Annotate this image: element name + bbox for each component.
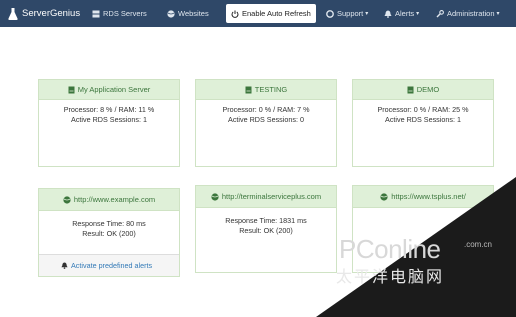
panel-body: Response Time: 1831 ms Result: OK (200) [196,208,336,236]
nav-rds-servers[interactable]: RDS Servers [92,0,147,27]
server-sessions: Active RDS Sessions: 0 [228,115,304,124]
server-icon [407,86,414,93]
activate-alerts-label: Activate predefined alerts [71,261,153,270]
chevron-down-icon: ▾ [496,11,500,17]
server-panel: DEMO Processor: 0 % / RAM: 25 % Active R… [352,79,494,167]
server-sessions: Active RDS Sessions: 1 [71,115,147,124]
server-icon [68,86,75,93]
server-name: My Application Server [77,85,151,94]
top-navbar: ServerGenius RDS Servers Websites Enable… [0,0,516,27]
nav-rds-servers-label: RDS Servers [103,9,147,18]
response-time: Response Time: 1831 ms [225,216,307,225]
nav-administration-label: Administration [447,9,495,18]
website-url: https://www.tsplus.net/ [391,192,466,201]
panel-heading[interactable]: DEMO [353,80,493,100]
server-stats: Processor: 8 % / RAM: 11 % [63,105,155,114]
chevron-down-icon: ▾ [416,11,420,17]
nav-alerts-dropdown[interactable]: Alerts ▾ [384,0,419,27]
power-icon [231,10,239,18]
globe-icon [380,192,388,201]
bell-icon [384,10,392,18]
panel-heading[interactable]: TESTING [196,80,336,100]
activate-alerts-link[interactable]: Activate predefined alerts [39,254,179,276]
wrench-icon [436,9,444,17]
website-url: http://www.example.com [73,195,156,204]
enable-auto-refresh-label: Enable Auto Refresh [242,9,311,18]
panel-heading[interactable]: http://terminalserviceplus.com [196,186,336,208]
nav-alerts-label: Alerts [395,9,415,18]
server-icon [92,10,100,17]
server-icon [245,86,252,93]
globe-icon [63,195,71,204]
panel-heading[interactable]: https://www.tsplus.net/ [353,186,493,208]
brand[interactable]: ServerGenius [8,7,88,20]
response-result: Result: OK (200) [239,226,293,235]
support-icon [326,9,334,18]
response-time: Response Time: 80 ms [72,219,146,228]
chevron-down-icon: ▾ [365,11,369,17]
server-sessions: Active RDS Sessions: 1 [385,115,461,124]
flask-icon [8,7,18,20]
server-stats: Processor: 0 % / RAM: 25 % [377,105,469,114]
website-panel: http://www.example.com Response Time: 80… [38,188,180,277]
panel-heading[interactable]: My Application Server [39,80,179,100]
panel-body: Processor: 0 % / RAM: 25 % Active RDS Se… [353,100,493,125]
panel-body: Processor: 0 % / RAM: 7 % Active RDS Ses… [196,100,336,125]
nav-administration-dropdown[interactable]: Administration ▾ [436,0,500,27]
website-panel: http://terminalserviceplus.com Response … [195,185,337,273]
globe-icon [167,9,175,18]
bell-icon [61,262,68,269]
server-panel: TESTING Processor: 0 % / RAM: 7 % Active… [195,79,337,167]
nav-websites-label: Websites [178,9,209,18]
server-stats: Processor: 0 % / RAM: 7 % [222,105,310,114]
brand-name: ServerGenius [22,8,81,19]
panel-body: Response Time: 80 ms Result: OK (200) [39,211,179,239]
watermark-suffix: .com.cn [464,240,493,249]
nav-support-label: Support [337,9,364,18]
globe-icon [211,192,219,201]
nav-support-dropdown[interactable]: Support ▾ [326,0,368,27]
nav-websites[interactable]: Websites [167,0,209,27]
server-name: TESTING [254,85,288,94]
panel-body: Processor: 8 % / RAM: 11 % Active RDS Se… [39,100,179,125]
website-url: http://terminalserviceplus.com [221,192,322,201]
enable-auto-refresh-button[interactable]: Enable Auto Refresh [226,4,316,23]
response-result: Result: OK (200) [82,229,136,238]
server-name: DEMO [416,85,440,94]
watermark-logo: PConline [339,234,441,264]
server-panel: My Application Server Processor: 8 % / R… [38,79,180,167]
watermark-chinese: 太平洋电脑网 [336,269,445,286]
panel-heading[interactable]: http://www.example.com [39,189,179,211]
